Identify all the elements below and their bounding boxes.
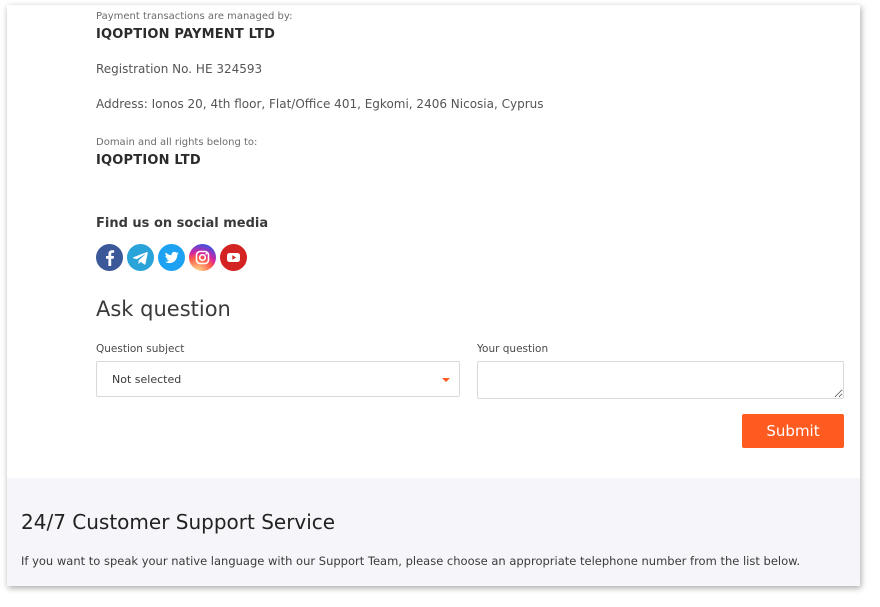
registration-number: Registration No. HE 324593	[96, 62, 263, 76]
social-title: Find us on social media	[96, 216, 269, 231]
support-title: 24/7 Customer Support Service	[21, 510, 336, 534]
your-question-label: Your question	[477, 343, 549, 355]
instagram-icon[interactable]	[189, 244, 216, 271]
submit-button[interactable]: Submit	[742, 414, 844, 448]
youtube-icon[interactable]	[220, 244, 247, 271]
telegram-icon[interactable]	[127, 244, 154, 271]
support-section: 24/7 Customer Support Service If you wan…	[7, 478, 860, 586]
question-subject-label: Question subject	[96, 343, 185, 355]
caret-down-icon	[442, 378, 450, 382]
domain-company: IQOPTION LTD	[96, 153, 201, 168]
support-description: If you want to speak your native languag…	[21, 554, 801, 568]
main-content: Payment transactions are managed by: IQO…	[7, 5, 860, 478]
question-subject-select[interactable]: Not selected	[96, 361, 460, 397]
payment-caption: Payment transactions are managed by:	[96, 11, 293, 22]
company-address: Address: Ionos 20, 4th floor, Flat/Offic…	[96, 97, 544, 111]
page-card: Payment transactions are managed by: IQO…	[7, 5, 860, 586]
twitter-icon[interactable]	[158, 244, 185, 271]
social-links	[96, 244, 247, 272]
payment-company: IQOPTION PAYMENT LTD	[96, 27, 276, 42]
your-question-textarea[interactable]	[477, 361, 844, 399]
domain-caption: Domain and all rights belong to:	[96, 137, 258, 148]
question-subject-value: Not selected	[112, 373, 182, 386]
facebook-icon[interactable]	[96, 244, 123, 271]
ask-question-title: Ask question	[96, 297, 231, 321]
